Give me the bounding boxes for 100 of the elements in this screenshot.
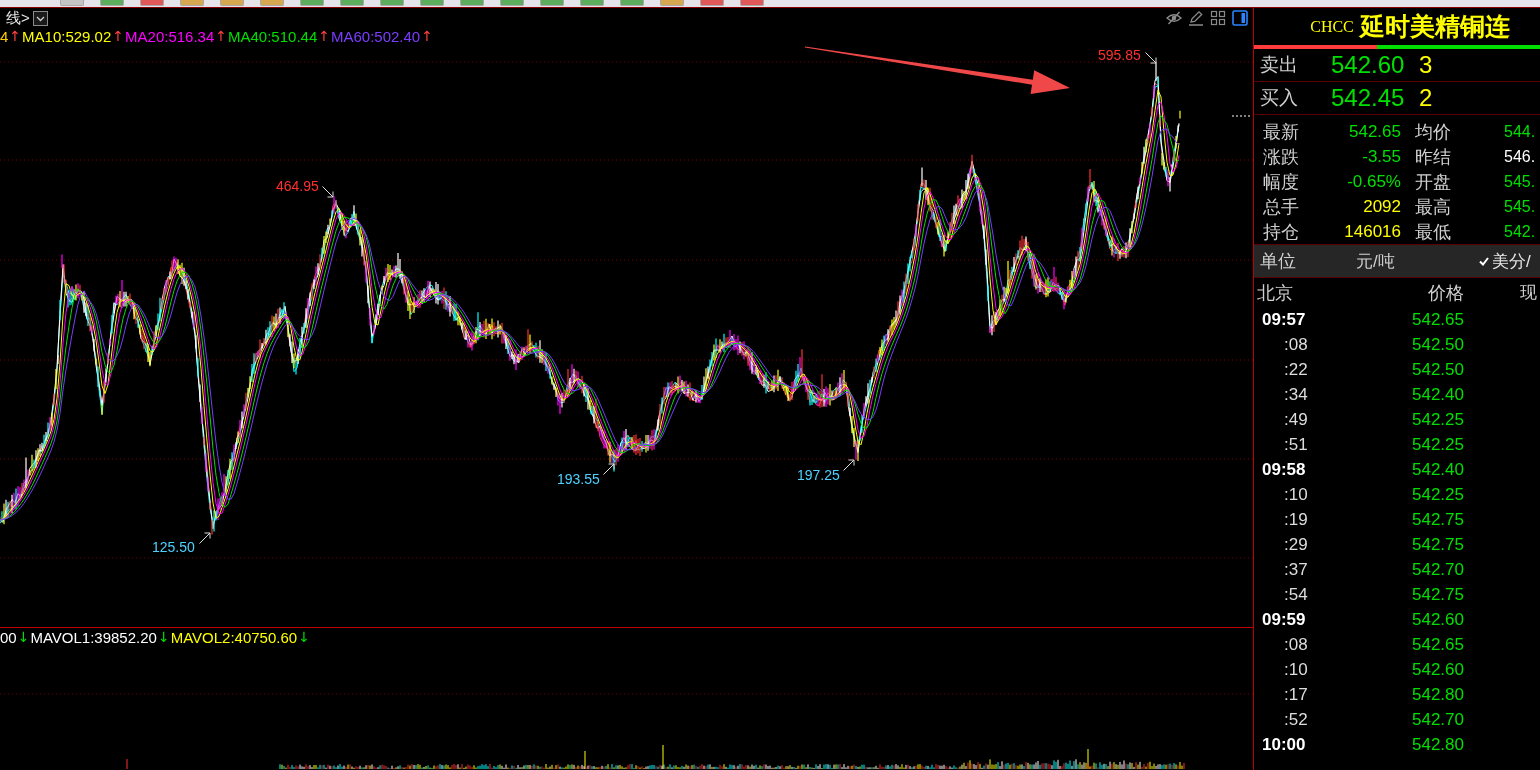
toolbar-button[interactable] [260, 0, 284, 6]
tick-price: 542.80 [1411, 684, 1465, 705]
toolbar-button[interactable] [620, 0, 644, 6]
tick-price: 542.40 [1411, 459, 1465, 480]
tick-price: 542.65 [1411, 634, 1465, 655]
stat-label: 涨跌 [1263, 145, 1300, 169]
toolbar-button[interactable] [500, 0, 524, 6]
tick-price: 542.60 [1411, 659, 1465, 680]
tick-price: 542.60 [1411, 609, 1465, 630]
toolbar-button[interactable] [380, 0, 404, 6]
tick-time: :10 [1283, 484, 1309, 505]
stat-value: 545. [1504, 172, 1537, 191]
toolbar-button[interactable] [220, 0, 244, 6]
stat-value: 542. [1504, 222, 1537, 241]
toolbar-button[interactable] [460, 0, 484, 6]
tick-price: 542.25 [1411, 409, 1465, 430]
tick-price: 542.70 [1411, 709, 1465, 730]
pointer-arrow-icon [843, 459, 855, 471]
tick-time: :17 [1283, 684, 1309, 705]
toolbar-button[interactable] [60, 0, 84, 6]
tick-price: 542.75 [1411, 509, 1465, 530]
up-arrow-icon: ↑ [215, 28, 227, 45]
stat-label: 均价 [1414, 120, 1452, 144]
stat-value: 544. [1504, 122, 1537, 141]
unit-option[interactable]: 美分/ [1479, 249, 1531, 273]
column-header: 北京 [1257, 281, 1294, 305]
tick-time: :37 [1283, 559, 1309, 580]
stat-label: 开盘 [1414, 170, 1452, 194]
tick-time: :49 [1283, 409, 1309, 430]
stat-label: 最低 [1414, 220, 1452, 244]
tick-price: 542.25 [1411, 434, 1465, 455]
tick-time: :51 [1283, 434, 1309, 455]
pencil-icon[interactable] [1188, 10, 1204, 26]
tick-price: 542.25 [1411, 484, 1465, 505]
tick-time: 09:59 [1261, 609, 1307, 630]
high-price-label: 595.85 [1098, 47, 1141, 63]
stat-label: 持仓 [1263, 220, 1300, 244]
toolbar-button[interactable] [700, 0, 724, 6]
toolbar-button[interactable] [660, 0, 684, 6]
column-header: 价格 [1427, 281, 1465, 305]
side-panel-icon[interactable] [1232, 10, 1248, 26]
stat-value: 545. [1504, 197, 1537, 216]
toolbar-button[interactable] [180, 0, 204, 6]
tick-time: :08 [1283, 334, 1309, 355]
tick-time: 10:00 [1261, 734, 1307, 755]
tick-time: :08 [1283, 634, 1309, 655]
high-price-label: 464.95 [276, 178, 319, 194]
stat-value: 542.65 [1348, 121, 1401, 142]
ma-value-label: MA60:502.40 [331, 28, 421, 45]
down-arrow-icon: ↓ [157, 629, 170, 646]
ma-value-label: MA10:529.02 [22, 28, 112, 45]
unit-label: 单位 [1260, 250, 1297, 273]
order-volume: 3 [1419, 51, 1434, 79]
eye-slash-icon[interactable] [1166, 10, 1182, 26]
toolbar-button[interactable] [100, 0, 124, 6]
grid-icon[interactable] [1210, 10, 1226, 26]
stat-label: 昨结 [1414, 145, 1452, 169]
tick-price: 542.40 [1411, 384, 1465, 405]
low-price-label: 125.50 [152, 539, 195, 555]
toolbar-button[interactable] [580, 0, 604, 6]
unit-option[interactable]: 元/吨 [1356, 249, 1395, 273]
toolbar-button[interactable] [420, 0, 444, 6]
stat-label: 幅度 [1263, 170, 1300, 194]
volume-value-label: 00 [0, 629, 17, 646]
up-arrow-icon: ↑ [421, 28, 433, 45]
dropdown-icon[interactable] [32, 10, 48, 26]
tick-price: 542.75 [1411, 584, 1465, 605]
toolbar-button[interactable] [300, 0, 324, 6]
down-arrow-icon: ↓ [17, 629, 30, 646]
order-side-label: 买入 [1260, 86, 1299, 110]
pointer-arrow-icon [603, 463, 615, 475]
tick-time: :22 [1283, 359, 1309, 380]
up-arrow-icon: ↑ [318, 28, 330, 45]
tick-time: :54 [1283, 584, 1309, 605]
up-arrow-icon: ↑ [9, 28, 22, 45]
pointer-arrow-icon [322, 186, 334, 198]
ma-value-label: 4 [0, 28, 9, 45]
chart-type-label: 线> [6, 9, 30, 27]
stat-value: -0.65% [1346, 171, 1401, 192]
instrument-name: 延时美精铜连 [1359, 12, 1510, 42]
order-price: 542.60 [1331, 51, 1406, 79]
volume-value-label: MAVOL2:40750.60 [170, 629, 298, 646]
toolbar-button[interactable] [340, 0, 364, 6]
stat-label: 最新 [1263, 120, 1300, 144]
tick-price: 542.50 [1411, 334, 1465, 355]
column-header: 现 [1519, 282, 1538, 304]
low-price-label: 193.55 [557, 471, 600, 487]
check-icon [1479, 256, 1489, 266]
toolbar-button[interactable] [740, 0, 764, 6]
order-side-label: 卖出 [1260, 53, 1299, 77]
pointer-arrow-icon [1145, 52, 1157, 64]
stat-value: 2092 [1362, 196, 1401, 217]
tick-time: :52 [1283, 709, 1309, 730]
current-price-marker [1231, 115, 1253, 117]
ma-value-label: MA40:510.44 [228, 28, 318, 45]
toolbar-button[interactable] [140, 0, 164, 6]
tick-time: :10 [1283, 659, 1309, 680]
symbol-code: CHCC [1310, 17, 1354, 36]
toolbar-button[interactable] [540, 0, 564, 6]
tick-time: :34 [1283, 384, 1309, 405]
